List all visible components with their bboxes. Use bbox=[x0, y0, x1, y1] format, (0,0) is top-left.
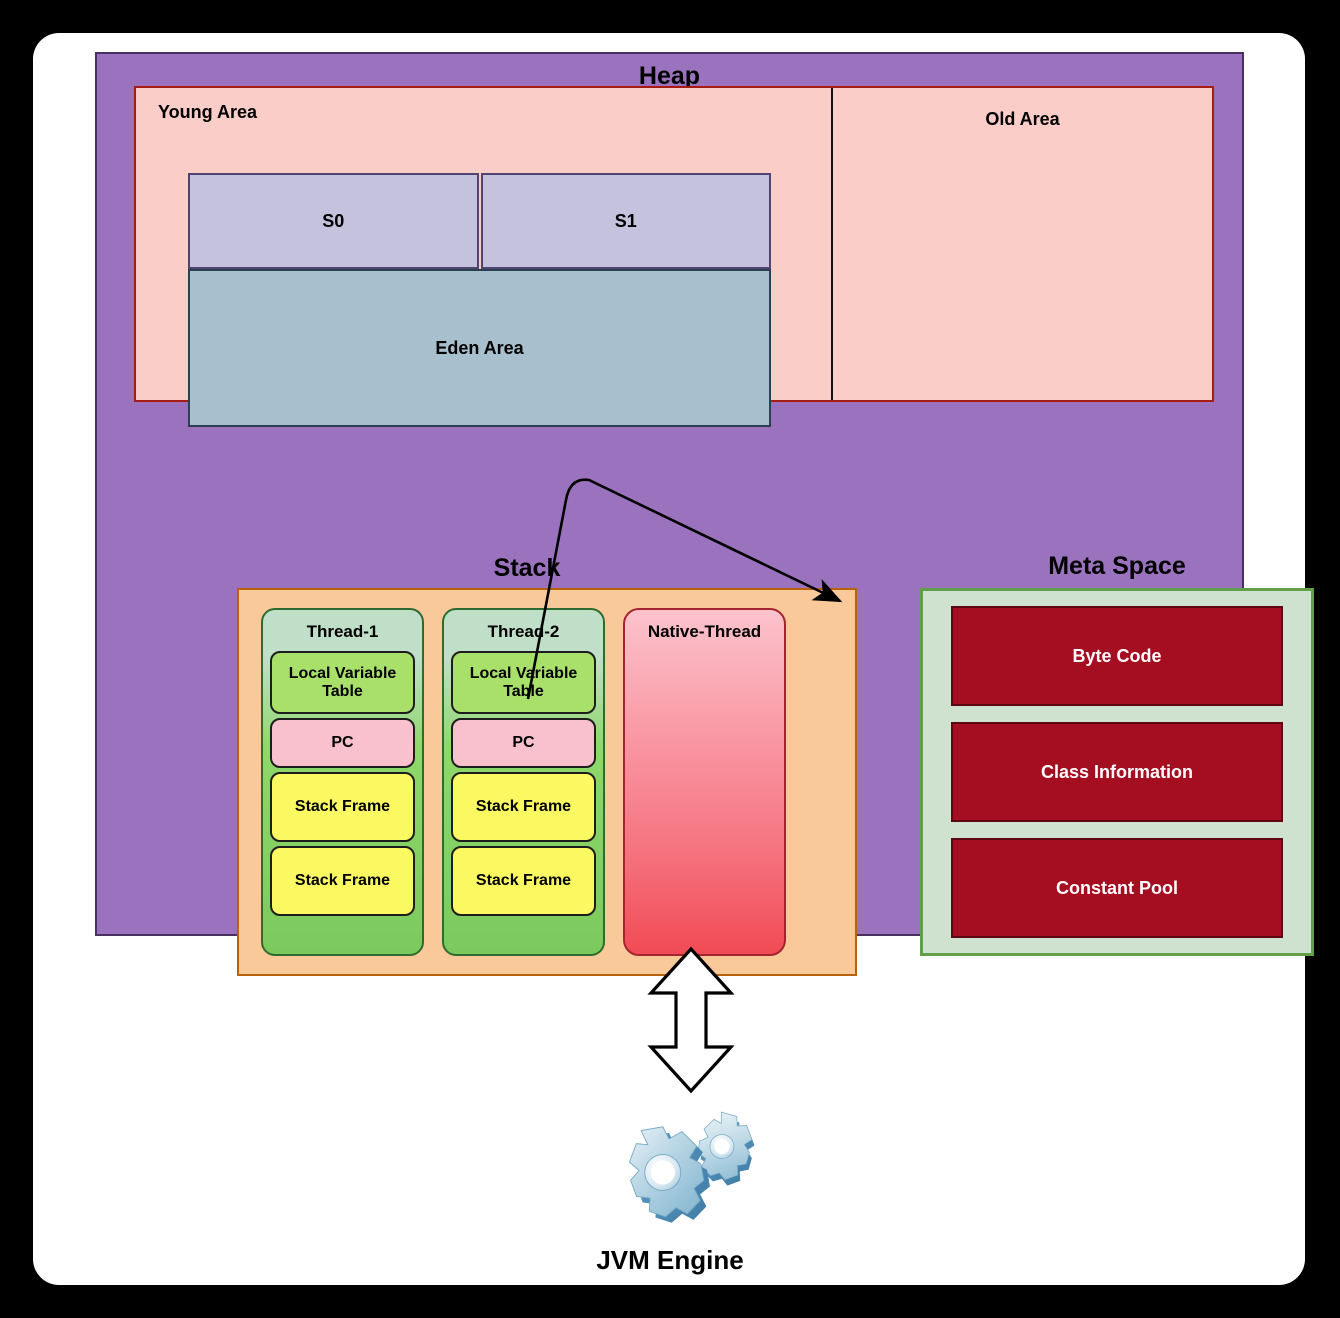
thread-2-label: Thread-2 bbox=[487, 622, 560, 641]
thread-2-local-variable-table: Local Variable Table bbox=[451, 651, 596, 714]
survivor-space-s1: S1 bbox=[480, 173, 771, 269]
meta-space-constant-pool: Constant Pool bbox=[951, 838, 1283, 938]
thread-1-pc: PC bbox=[270, 718, 415, 768]
thread-2-stack-frame-1: Stack Frame bbox=[451, 772, 596, 842]
stack-container: Thread-1 Local Variable Table PC Stack F… bbox=[237, 588, 857, 976]
young-area-label: Young Area bbox=[158, 102, 258, 122]
jvm-memory-container: Heap Young Area S0 S1 Eden Area Old Area… bbox=[95, 52, 1314, 976]
meta-space-byte-code: Byte Code bbox=[951, 606, 1283, 706]
thread-2-pc: PC bbox=[451, 718, 596, 768]
meta-space-class-information: Class Information bbox=[951, 722, 1283, 822]
eden-area-region: Eden Area bbox=[188, 269, 771, 427]
meta-space-container: Byte Code Class Information Constant Poo… bbox=[920, 588, 1314, 956]
thread-2: Thread-2 Local Variable Table PC Stack F… bbox=[442, 608, 605, 956]
gears-icon bbox=[628, 1111, 755, 1223]
old-area-label: Old Area bbox=[985, 109, 1060, 129]
double-headed-vertical-arrow-icon bbox=[647, 946, 735, 1094]
stack-title: Stack bbox=[493, 554, 561, 582]
thread-1: Thread-1 Local Variable Table PC Stack F… bbox=[261, 608, 424, 956]
native-thread-label: Native-Thread bbox=[647, 622, 762, 641]
thread-1-local-variable-table: Local Variable Table bbox=[270, 651, 415, 714]
thread-1-stack-frame-1: Stack Frame bbox=[270, 772, 415, 842]
native-thread: Native-Thread bbox=[623, 608, 786, 956]
survivor-space-s0: S0 bbox=[188, 173, 479, 269]
thread-1-label: Thread-1 bbox=[306, 622, 379, 641]
thread-2-stack-frame-2: Stack Frame bbox=[451, 846, 596, 916]
thread-1-stack-frame-2: Stack Frame bbox=[270, 846, 415, 916]
old-area-region: Old Area bbox=[833, 88, 1212, 400]
diagram-canvas: Heap Young Area S0 S1 Eden Area Old Area… bbox=[0, 0, 1340, 1318]
jvm-engine-label: JVM Engine bbox=[596, 1245, 744, 1275]
meta-space-title: Meta Space bbox=[1048, 552, 1186, 580]
heap-regions-band: Young Area S0 S1 Eden Area Old Area bbox=[134, 86, 1214, 427]
young-area-region: Young Area S0 S1 Eden Area bbox=[136, 88, 833, 427]
survivor-spaces: S0 S1 bbox=[188, 173, 771, 269]
